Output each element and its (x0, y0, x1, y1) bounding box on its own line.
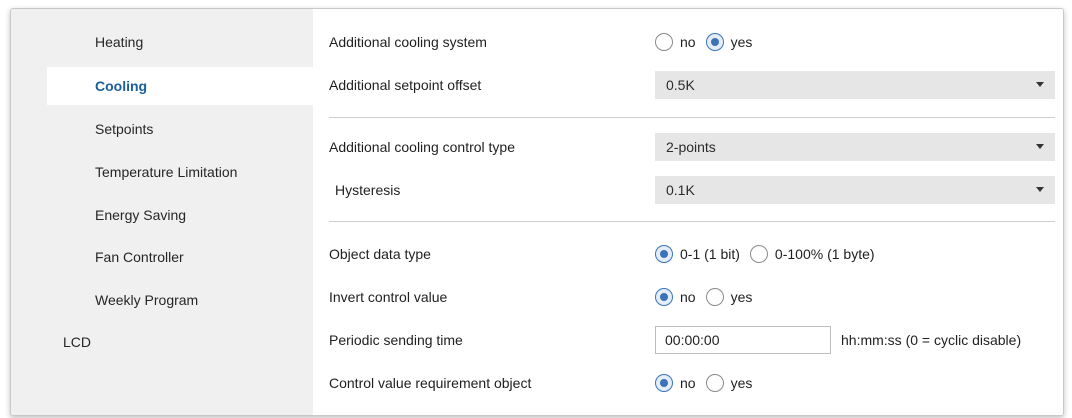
hysteresis-select[interactable]: 0.1K (655, 176, 1055, 204)
control-value-requirement-object-label: Control value requirement object (329, 375, 532, 391)
parameter-window: Heating Cooling Setpoints Temperature Li… (10, 8, 1064, 416)
invert-control-value-yes-option[interactable]: yes (705, 288, 753, 306)
select-value: 0.1K (666, 182, 695, 198)
control-value-requirement-object-no-option[interactable]: no (655, 374, 696, 392)
object-data-type-row: Object data type 0-1 (1 bit) 0-100% (1 b… (313, 235, 1063, 273)
sidebar-item-label: Temperature Limitation (95, 164, 238, 180)
invert-control-value-no-option[interactable]: no (655, 288, 696, 306)
additional-cooling-system-row: Additional cooling system no yes (313, 23, 1063, 61)
select-value: 2-points (666, 139, 716, 155)
hysteresis-label: Hysteresis (335, 182, 401, 198)
object-data-type-1bit-option[interactable]: 0-1 (1 bit) (655, 245, 740, 263)
periodic-sending-time-input[interactable] (655, 326, 831, 354)
radio-checked-icon[interactable] (655, 245, 673, 263)
invert-control-value-row: Invert control value no yes (313, 278, 1063, 316)
option-label: yes (730, 34, 753, 50)
select-value: 0.5K (666, 77, 695, 93)
additional-cooling-system-yes-option[interactable]: yes (705, 33, 753, 51)
sidebar-item-label: LCD (63, 334, 92, 350)
additional-setpoint-offset-row: Additional setpoint offset 0.5K (313, 66, 1063, 104)
chevron-down-icon (1036, 144, 1044, 149)
sidebar-item-fan-controller[interactable]: Fan Controller (11, 238, 311, 276)
sidebar-item-setpoints[interactable]: Setpoints (11, 110, 311, 148)
invert-control-value-label: Invert control value (329, 289, 448, 305)
option-label: no (680, 375, 696, 391)
additional-cooling-control-type-label: Additional cooling control type (329, 139, 516, 155)
object-data-type-1byte-option[interactable]: 0-100% (1 byte) (749, 245, 875, 263)
additional-cooling-system-label: Additional cooling system (329, 34, 487, 50)
sidebar-item-label: Setpoints (95, 121, 154, 137)
radio-unchecked-icon[interactable] (655, 33, 673, 51)
sidebar-item-weekly-program[interactable]: Weekly Program (11, 281, 311, 319)
radio-checked-icon[interactable] (655, 288, 673, 306)
sidebar-item-energy-saving[interactable]: Energy Saving (11, 196, 311, 234)
option-label: no (680, 34, 696, 50)
additional-setpoint-offset-select[interactable]: 0.5K (655, 71, 1055, 99)
chevron-down-icon (1036, 82, 1044, 87)
sidebar-item-lcd[interactable]: LCD (11, 323, 311, 361)
divider (329, 117, 1055, 118)
sidebar: Heating Cooling Setpoints Temperature Li… (11, 9, 359, 415)
object-data-type-label: Object data type (329, 246, 431, 262)
control-value-requirement-object-yes-option[interactable]: yes (705, 374, 753, 392)
option-label: 0-100% (1 byte) (774, 246, 875, 262)
radio-checked-icon[interactable] (705, 33, 724, 51)
invert-control-value-radio-group: no yes (655, 278, 762, 316)
additional-cooling-system-no-option[interactable]: no (655, 33, 696, 51)
radio-unchecked-icon[interactable] (749, 245, 768, 263)
periodic-sending-time-label: Periodic sending time (329, 332, 463, 348)
option-label: no (680, 289, 696, 305)
sidebar-item-label: Fan Controller (95, 249, 184, 265)
option-label: 0-1 (1 bit) (680, 246, 740, 262)
hysteresis-row: Hysteresis 0.1K (313, 171, 1063, 209)
control-value-requirement-object-radio-group: no yes (655, 364, 762, 402)
additional-setpoint-offset-label: Additional setpoint offset (329, 77, 482, 93)
sidebar-item-label: Weekly Program (95, 292, 199, 308)
sidebar-item-heating[interactable]: Heating (11, 23, 311, 61)
periodic-sending-time-unit: hh:mm:ss (0 = cyclic disable) (841, 332, 1022, 348)
additional-cooling-system-radio-group: no yes (655, 23, 762, 61)
radio-unchecked-icon[interactable] (705, 374, 724, 392)
parameter-panel: Additional cooling system no yes Additio… (313, 9, 1063, 415)
radio-checked-icon[interactable] (655, 374, 673, 392)
divider (329, 221, 1055, 222)
chevron-down-icon (1036, 187, 1044, 192)
control-value-requirement-object-row: Control value requirement object no yes (313, 364, 1063, 402)
option-label: yes (730, 289, 753, 305)
sidebar-item-label: Energy Saving (95, 207, 187, 223)
sidebar-item-temperature-limitation[interactable]: Temperature Limitation (11, 153, 311, 191)
option-label: yes (730, 375, 753, 391)
periodic-sending-time-row: Periodic sending time hh:mm:ss (0 = cycl… (313, 321, 1063, 359)
object-data-type-radio-group: 0-1 (1 bit) 0-100% (1 byte) (655, 235, 885, 273)
sidebar-item-label: Cooling (95, 78, 148, 94)
additional-cooling-control-type-row: Additional cooling control type 2-points (313, 128, 1063, 166)
sidebar-item-label: Heating (95, 34, 144, 50)
additional-cooling-control-type-select[interactable]: 2-points (655, 133, 1055, 161)
radio-unchecked-icon[interactable] (705, 288, 724, 306)
